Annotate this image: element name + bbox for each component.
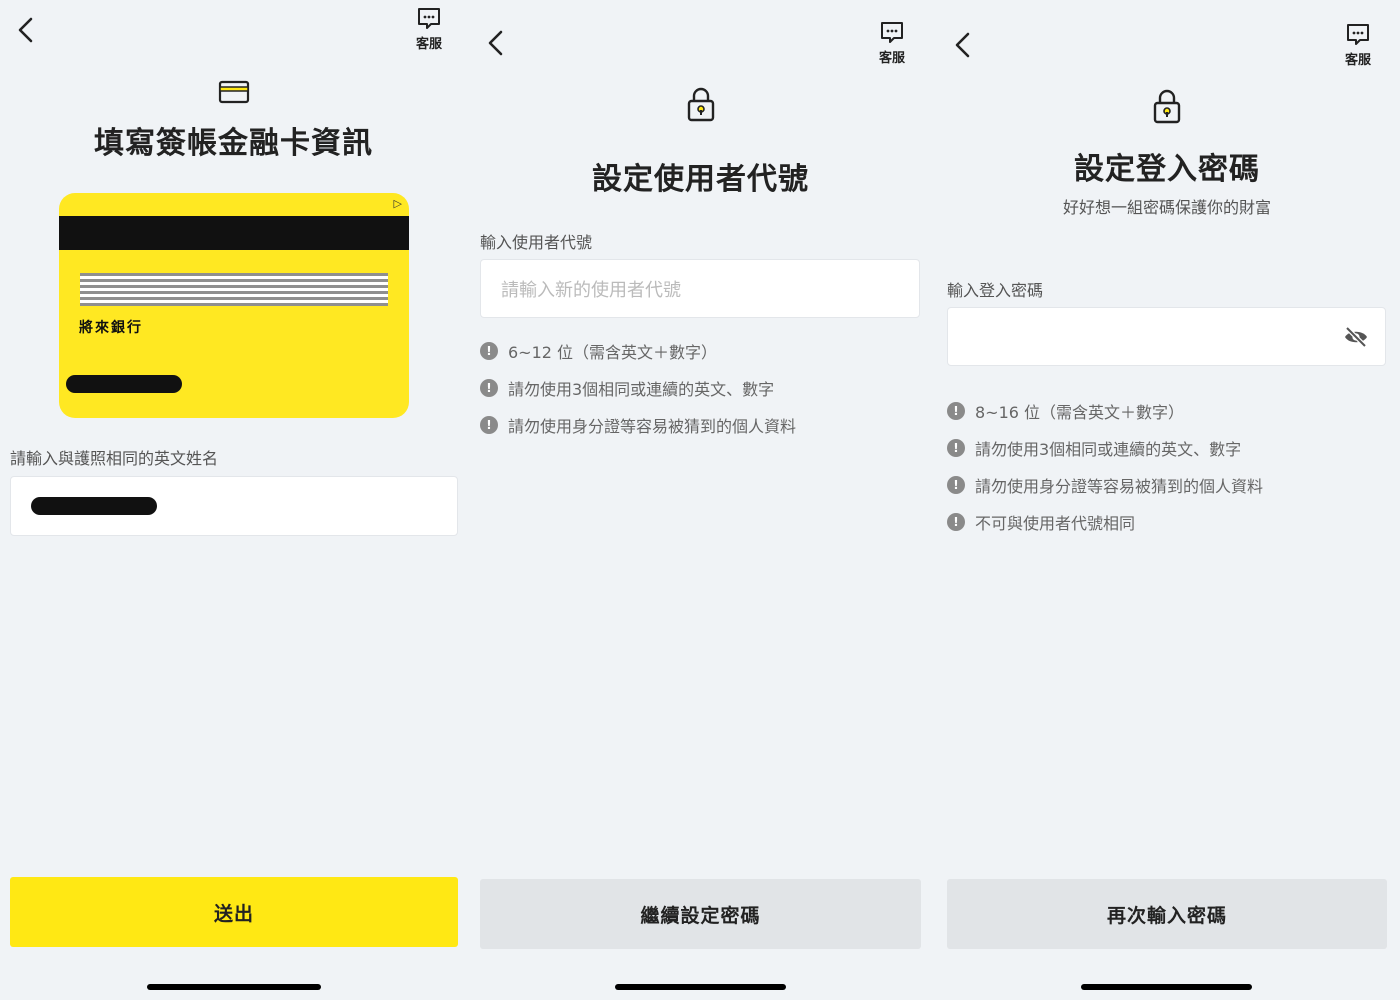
exclamation-icon: ! <box>480 378 498 397</box>
back-button[interactable] <box>482 27 510 63</box>
name-field-label: 請輸入與護照相同的英文姓名 <box>10 449 219 468</box>
requirement-text: 請勿使用身分證等容易被猜到的個人資料 <box>975 476 1264 496</box>
requirement-item: ! 8~16 位（需含英文＋數字） <box>947 392 1263 429</box>
customer-service-label: 客服 <box>415 37 442 52</box>
submit-button[interactable]: 送出 <box>10 877 458 947</box>
lock-icon <box>1152 88 1182 128</box>
page-title: 設定登入密碼 <box>1074 152 1260 187</box>
customer-service-button[interactable]: 客服 <box>872 20 912 66</box>
password-input[interactable] <box>947 307 1386 366</box>
exclamation-icon: ! <box>480 341 498 360</box>
requirement-item: ! 6~12 位（需含英文＋數字） <box>480 332 796 369</box>
debit-card-illustration: ▷ 將來銀行 <box>59 193 409 418</box>
user-id-screen: 客服 設定使用者代號 輸入使用者代號 請輸入新的使用者代號 ! 6~12 位（需含… <box>467 0 934 1000</box>
english-name-input[interactable] <box>10 476 458 536</box>
home-indicator <box>1081 984 1252 990</box>
exclamation-icon: ! <box>947 438 965 457</box>
card-bank-name: 將來銀行 <box>79 320 143 336</box>
requirement-item: ! 請勿使用身分證等容易被猜到的個人資料 <box>947 466 1263 503</box>
requirement-text: 請勿使用3個相同或連續的英文、數字 <box>975 439 1242 459</box>
back-button[interactable] <box>949 29 977 65</box>
requirement-text: 請勿使用3個相同或連續的英文、數字 <box>508 379 775 399</box>
password-requirements: ! 8~16 位（需含英文＋數字） ! 請勿使用3個相同或連續的英文、數字 ! 請勿使… <box>947 392 1263 540</box>
signature-panel <box>80 273 388 306</box>
exclamation-icon: ! <box>947 512 965 531</box>
user-id-field-label: 輸入使用者代號 <box>480 233 593 252</box>
chat-bubble-icon <box>881 22 903 43</box>
magnetic-stripe <box>59 216 409 250</box>
user-id-requirements: ! 6~12 位（需含英文＋數字） ! 請勿使用3個相同或連續的英文、數字 ! 請勿使… <box>480 332 796 443</box>
requirement-text: 6~12 位（需含英文＋數字） <box>508 342 718 362</box>
lock-icon <box>686 86 716 126</box>
customer-service-button[interactable]: 客服 <box>1338 22 1378 68</box>
requirement-item: ! 不可與使用者代號相同 <box>947 503 1263 540</box>
requirement-text: 8~16 位（需含英文＋數字） <box>975 402 1185 422</box>
back-arrow-icon <box>488 30 503 56</box>
credit-card-icon <box>218 80 250 108</box>
back-button[interactable] <box>12 14 40 50</box>
requirement-item: ! 請勿使用3個相同或連續的英文、數字 <box>480 369 796 406</box>
exclamation-icon: ! <box>947 475 965 494</box>
page-title: 填寫簽帳金融卡資訊 <box>94 126 373 161</box>
chat-bubble-icon <box>418 8 440 29</box>
card-info-screen: 客服 填寫簽帳金融卡資訊 ▷ 將來銀行 請輸入與護照相同的英文姓名 送出 <box>0 0 467 1000</box>
page-title: 設定使用者代號 <box>592 162 809 197</box>
requirement-text: 請勿使用身分證等容易被猜到的個人資料 <box>508 416 797 436</box>
reenter-password-button[interactable]: 再次輸入密碼 <box>947 879 1387 949</box>
exclamation-icon: ! <box>947 401 965 420</box>
password-field-label: 輸入登入密碼 <box>947 281 1044 300</box>
password-screen: 客服 設定登入密碼 好好想一組密碼保護你的財富 輸入登入密碼 ! 8~16 位（需… <box>934 0 1400 1000</box>
eye-slash-icon[interactable] <box>1343 326 1369 353</box>
customer-service-label: 客服 <box>1344 53 1371 68</box>
exclamation-icon: ! <box>480 415 498 434</box>
customer-service-label: 客服 <box>878 51 905 66</box>
back-arrow-icon <box>18 17 33 43</box>
redacted-card-number <box>66 375 182 393</box>
back-arrow-icon <box>955 32 970 58</box>
page-subtitle: 好好想一組密碼保護你的財富 <box>1062 198 1271 217</box>
requirement-item: ! 請勿使用身分證等容易被猜到的個人資料 <box>480 406 796 443</box>
home-indicator <box>147 984 321 990</box>
redacted-name-value <box>31 497 157 515</box>
requirement-item: ! 請勿使用3個相同或連續的英文、數字 <box>947 429 1263 466</box>
home-indicator <box>615 984 786 990</box>
continue-set-password-button[interactable]: 繼續設定密碼 <box>480 879 921 949</box>
customer-service-button[interactable]: 客服 <box>409 6 449 52</box>
user-id-placeholder: 請輸入新的使用者代號 <box>501 279 681 301</box>
play-icon: ▷ <box>393 197 402 210</box>
requirement-text: 不可與使用者代號相同 <box>975 513 1136 533</box>
user-id-input[interactable]: 請輸入新的使用者代號 <box>480 259 920 318</box>
chat-bubble-icon <box>1347 24 1369 45</box>
